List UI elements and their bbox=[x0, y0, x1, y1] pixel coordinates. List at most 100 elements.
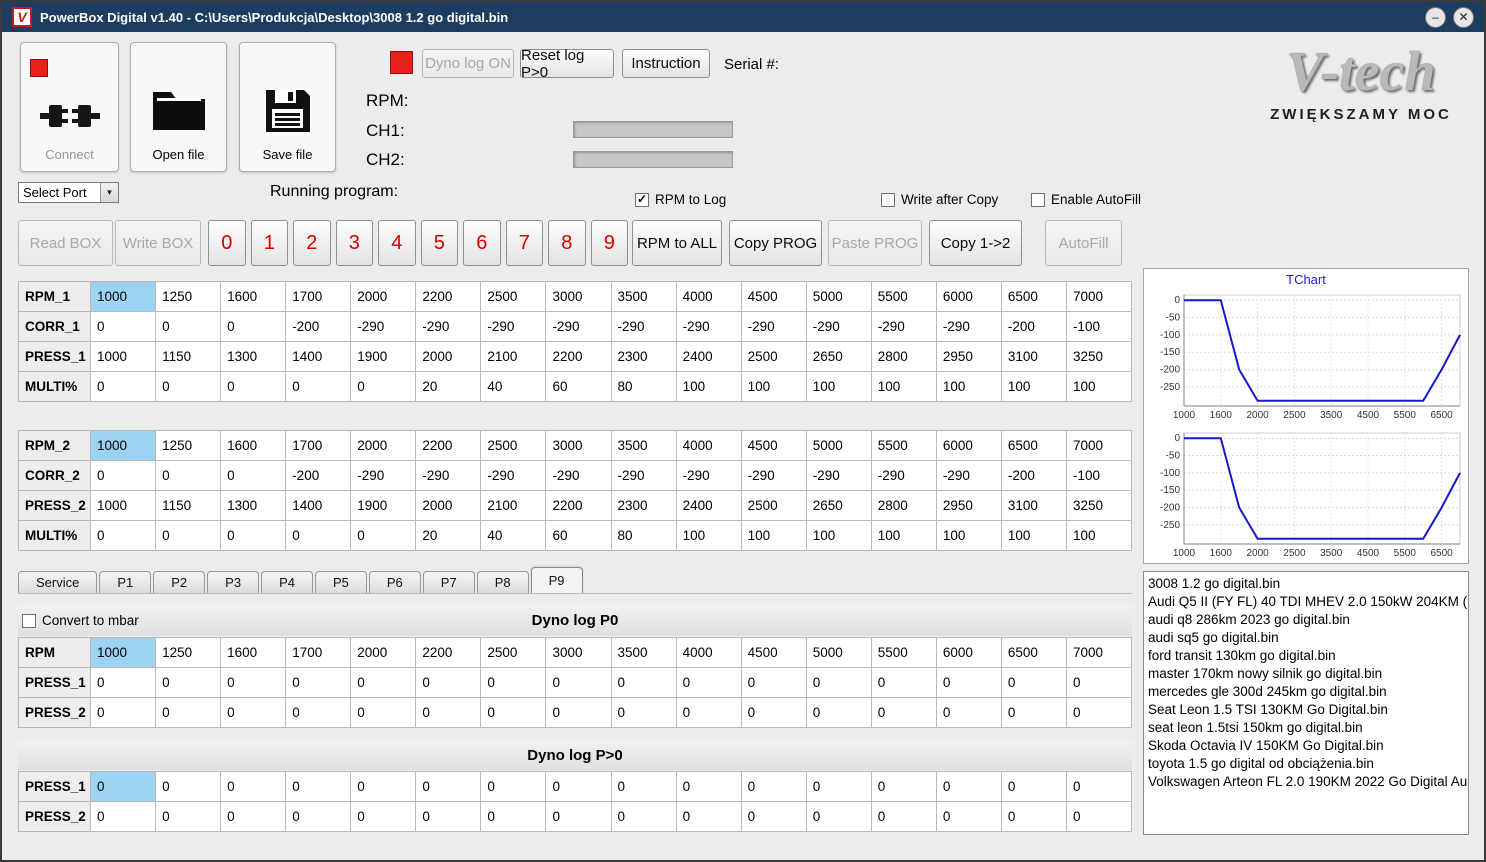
value-cell[interactable]: 0 bbox=[870, 667, 937, 698]
value-cell[interactable]: 1300 bbox=[220, 341, 287, 372]
value-cell[interactable]: 80 bbox=[610, 371, 677, 402]
digit-button-7[interactable]: 7 bbox=[505, 220, 543, 266]
value-cell[interactable]: 0 bbox=[610, 697, 677, 728]
value-cell[interactable]: 2950 bbox=[935, 341, 1002, 372]
checkbox-box-icon[interactable] bbox=[635, 192, 649, 207]
value-cell[interactable]: 4500 bbox=[740, 430, 807, 461]
value-cell[interactable]: 0 bbox=[1000, 771, 1067, 802]
value-cell[interactable]: 4000 bbox=[675, 430, 742, 461]
value-cell[interactable]: 0 bbox=[155, 801, 222, 832]
dyno-log-on-button[interactable]: Dyno log ON bbox=[422, 49, 514, 78]
value-cell[interactable]: 0 bbox=[220, 371, 287, 402]
value-cell[interactable]: 2650 bbox=[805, 490, 872, 521]
file-list-item[interactable]: Audi Q5 II (FY FL) 40 TDI MHEV 2.0 150kW… bbox=[1148, 593, 1467, 611]
value-cell[interactable]: 0 bbox=[350, 667, 417, 698]
value-cell[interactable]: 0 bbox=[220, 697, 287, 728]
value-cell[interactable]: 0 bbox=[415, 697, 482, 728]
tab-p2[interactable]: P2 bbox=[153, 571, 206, 593]
value-cell[interactable]: 0 bbox=[155, 520, 222, 551]
connect-button[interactable]: Connect bbox=[20, 42, 119, 172]
value-cell[interactable]: 0 bbox=[89, 371, 157, 402]
chevron-down-icon[interactable]: ▼ bbox=[100, 183, 118, 202]
value-cell[interactable]: 100 bbox=[1065, 520, 1133, 551]
value-cell[interactable]: 0 bbox=[480, 771, 547, 802]
value-cell[interactable]: -290 bbox=[805, 460, 872, 491]
value-cell[interactable]: 2400 bbox=[675, 341, 742, 372]
value-cell[interactable]: 2000 bbox=[350, 637, 417, 668]
value-cell[interactable]: 0 bbox=[1065, 667, 1133, 698]
digit-button-9[interactable]: 9 bbox=[590, 220, 628, 266]
value-cell[interactable]: 60 bbox=[545, 520, 612, 551]
value-cell[interactable]: 0 bbox=[285, 371, 352, 402]
value-cell[interactable]: 100 bbox=[805, 371, 872, 402]
enable-autofill-checkbox[interactable]: Enable AutoFill bbox=[1031, 192, 1141, 207]
value-cell[interactable]: 1700 bbox=[285, 281, 352, 312]
value-cell[interactable]: 2500 bbox=[740, 341, 807, 372]
value-cell[interactable]: 0 bbox=[155, 311, 222, 342]
value-cell[interactable]: -290 bbox=[545, 311, 612, 342]
digit-button-4[interactable]: 4 bbox=[378, 220, 416, 266]
file-list-item[interactable]: audi q8 286km 2023 go digital.bin bbox=[1148, 611, 1464, 629]
checkbox-box-icon[interactable] bbox=[881, 192, 895, 207]
value-cell[interactable]: 6500 bbox=[1000, 430, 1067, 461]
value-cell[interactable]: 2500 bbox=[480, 281, 547, 312]
value-cell[interactable]: 1000 bbox=[89, 430, 157, 461]
read-box-button[interactable]: Read BOX bbox=[18, 220, 113, 266]
value-cell[interactable]: 3100 bbox=[1000, 490, 1067, 521]
value-cell[interactable]: 2800 bbox=[870, 341, 937, 372]
value-cell[interactable]: 0 bbox=[89, 520, 157, 551]
paste-prog-button[interactable]: Paste PROG bbox=[828, 220, 922, 266]
value-cell[interactable]: 0 bbox=[155, 667, 222, 698]
value-cell[interactable]: 0 bbox=[1000, 801, 1067, 832]
file-list-item[interactable]: Volkswagen Arteon FL 2.0 190KM 2022 Go D… bbox=[1148, 773, 1467, 791]
value-cell[interactable]: 0 bbox=[545, 667, 612, 698]
value-cell[interactable]: 0 bbox=[1065, 801, 1133, 832]
file-list-item[interactable]: Seat Leon 1.5 TSI 130KM Go Digital.bin bbox=[1148, 701, 1464, 719]
rpm-to-log-checkbox[interactable]: RPM to Log bbox=[635, 192, 726, 207]
value-cell[interactable]: 0 bbox=[805, 667, 872, 698]
file-list-item[interactable]: ford transit 130km go digital.bin bbox=[1148, 647, 1464, 665]
value-cell[interactable]: 0 bbox=[740, 697, 807, 728]
value-cell[interactable]: -290 bbox=[675, 311, 742, 342]
value-cell[interactable]: 0 bbox=[480, 667, 547, 698]
value-cell[interactable]: 0 bbox=[415, 801, 482, 832]
value-cell[interactable]: 0 bbox=[220, 311, 287, 342]
value-cell[interactable]: 3000 bbox=[545, 430, 612, 461]
value-cell[interactable]: 0 bbox=[350, 520, 417, 551]
copy-1-to-2-button[interactable]: Copy 1->2 bbox=[929, 220, 1022, 266]
value-cell[interactable]: 0 bbox=[285, 697, 352, 728]
value-cell[interactable]: 0 bbox=[740, 801, 807, 832]
value-cell[interactable]: 1900 bbox=[350, 490, 417, 521]
value-cell[interactable]: 100 bbox=[1000, 371, 1067, 402]
value-cell[interactable]: 5000 bbox=[805, 430, 872, 461]
tab-p4[interactable]: P4 bbox=[261, 571, 313, 593]
value-cell[interactable]: 0 bbox=[155, 771, 222, 802]
checkbox-box-icon[interactable] bbox=[1031, 192, 1045, 207]
save-file-button[interactable]: Save file bbox=[239, 42, 336, 172]
value-cell[interactable]: -200 bbox=[1000, 460, 1067, 491]
value-cell[interactable]: 1250 bbox=[155, 637, 222, 668]
value-cell[interactable]: 2650 bbox=[805, 341, 872, 372]
value-cell[interactable]: 2500 bbox=[480, 430, 547, 461]
value-cell[interactable]: -290 bbox=[415, 311, 482, 342]
value-cell[interactable]: 2500 bbox=[480, 637, 547, 668]
tab-p3[interactable]: P3 bbox=[207, 571, 260, 593]
value-cell[interactable]: 5500 bbox=[870, 281, 937, 312]
value-cell[interactable]: 1000 bbox=[89, 281, 157, 312]
value-cell[interactable]: 0 bbox=[870, 697, 937, 728]
value-cell[interactable]: 1600 bbox=[220, 637, 287, 668]
value-cell[interactable]: 0 bbox=[220, 460, 287, 491]
value-cell[interactable]: -290 bbox=[805, 311, 872, 342]
value-cell[interactable]: 2200 bbox=[545, 341, 612, 372]
digit-button-3[interactable]: 3 bbox=[335, 220, 373, 266]
value-cell[interactable]: 0 bbox=[350, 371, 417, 402]
value-cell[interactable]: 1400 bbox=[285, 490, 352, 521]
value-cell[interactable]: 100 bbox=[1065, 371, 1133, 402]
value-cell[interactable]: 1150 bbox=[155, 341, 222, 372]
value-cell[interactable]: 100 bbox=[935, 520, 1002, 551]
value-cell[interactable]: 4500 bbox=[740, 281, 807, 312]
value-cell[interactable]: 0 bbox=[545, 801, 612, 832]
value-cell[interactable]: 0 bbox=[610, 771, 677, 802]
value-cell[interactable]: 0 bbox=[285, 801, 352, 832]
value-cell[interactable]: 0 bbox=[89, 460, 157, 491]
